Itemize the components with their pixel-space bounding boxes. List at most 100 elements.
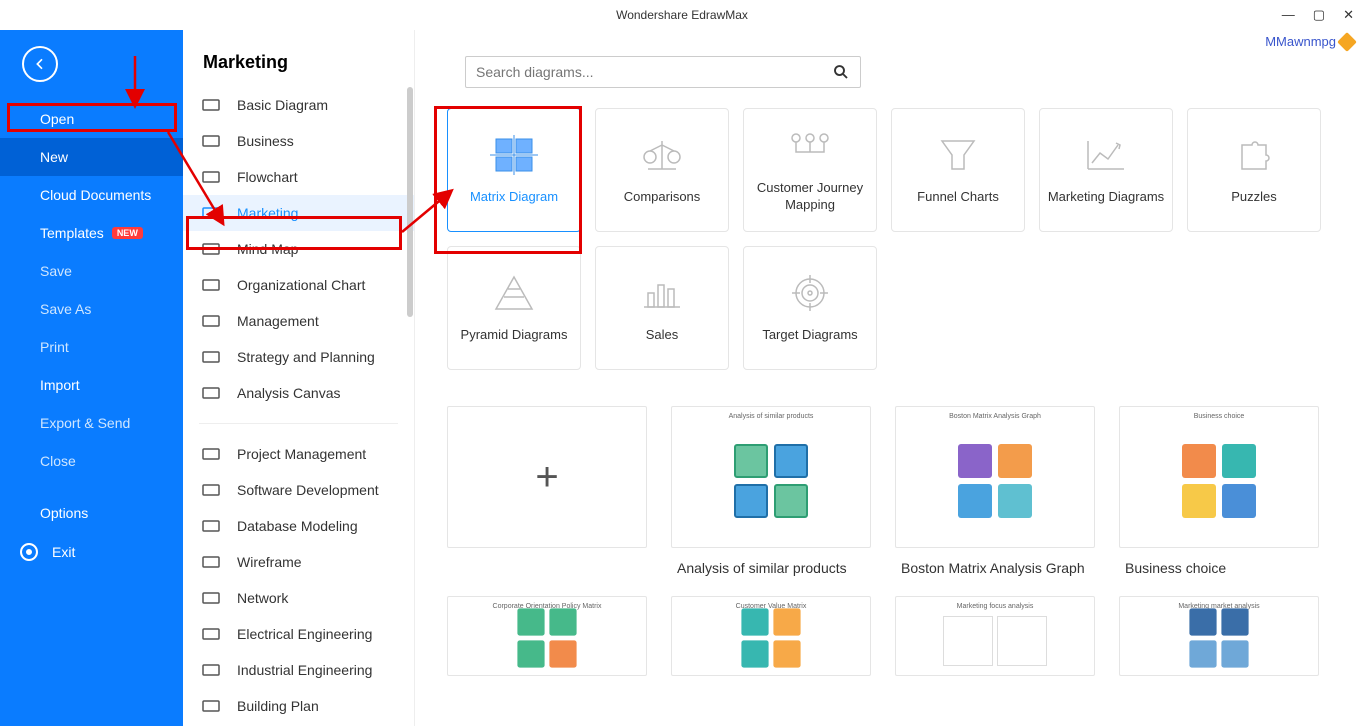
template-thumb: Marketing market analysis [1119,596,1319,676]
category-icon [201,205,221,221]
sidebar-item-import[interactable]: Import [0,366,183,404]
category-item-business[interactable]: Business [183,123,414,159]
category-label: Management [237,313,319,329]
template-blank[interactable]: + [447,406,647,576]
category-item-database-modeling[interactable]: Database Modeling [183,508,414,544]
template-card-business-choice[interactable]: Business choiceBusiness choice [1119,406,1319,576]
sidebar-item-options[interactable]: Options [0,494,183,532]
category-item-analysis-canvas[interactable]: Analysis Canvas [183,375,414,411]
category-icon [201,313,221,329]
category-label: Strategy and Planning [237,349,375,365]
category-icon [201,349,221,365]
sidebar-item-label: Save [40,263,72,279]
sidebar-item-save-as[interactable]: Save As [0,290,183,328]
card-label: Matrix Diagram [464,189,564,206]
diagram-card-puzzles[interactable]: Puzzles [1187,108,1321,232]
diagram-card-matrix-diagram[interactable]: Matrix Diagram [447,108,581,232]
template-label: Boston Matrix Analysis Graph [895,548,1095,576]
sidebar-item-label: Exit [52,544,75,560]
premium-icon [1337,32,1357,52]
category-label: Flowchart [237,169,298,185]
bars-icon [638,273,686,313]
search-box[interactable] [465,56,861,88]
card-label: Sales [640,327,685,344]
sidebar-item-label: Print [40,339,69,355]
category-item-mind-map[interactable]: Mind Map [183,231,414,267]
template-thumb: Marketing focus analysis [895,596,1095,676]
category-item-wireframe[interactable]: Wireframe [183,544,414,580]
pyramid-icon [490,273,538,313]
template-card-analysis-of-similar-products[interactable]: Analysis of similar productsAnalysis of … [671,406,871,576]
template-thumb: Analysis of similar products [671,406,871,548]
category-item-building-plan[interactable]: Building Plan [183,688,414,724]
category-label: Wireframe [237,554,302,570]
new-badge: NEW [112,227,143,239]
diagram-type-grid: Matrix Diagram Comparisons Customer Journe… [415,88,1355,370]
sidebar-item-close[interactable]: Close [0,442,183,480]
category-icon [201,626,221,642]
category-item-management[interactable]: Management [183,303,414,339]
diagram-card-pyramid-diagrams[interactable]: Pyramid Diagrams [447,246,581,370]
category-item-flowchart[interactable]: Flowchart [183,159,414,195]
card-label: Marketing Diagrams [1042,189,1170,206]
plus-icon: + [535,455,558,500]
category-item-software-development[interactable]: Software Development [183,472,414,508]
diagram-card-target-diagrams[interactable]: Target Diagrams [743,246,877,370]
user-badge[interactable]: MMawnmpg [1265,34,1354,49]
matrix-icon [490,135,538,175]
sidebar-item-cloud-documents[interactable]: Cloud Documents [0,176,183,214]
sidebar-item-export-send[interactable]: Export & Send [0,404,183,442]
category-label: Electrical Engineering [237,626,372,642]
close-button[interactable]: ✕ [1343,7,1354,23]
sidebar-item-exit[interactable]: Exit [0,532,183,572]
diagram-card-marketing-diagrams[interactable]: Marketing Diagrams [1039,108,1173,232]
titlebar: Wondershare EdrawMax — ▢ ✕ [0,0,1364,30]
category-item-network[interactable]: Network [183,580,414,616]
category-item-electrical-engineering[interactable]: Electrical Engineering [183,616,414,652]
category-label: Analysis Canvas [237,385,341,401]
minimize-button[interactable]: — [1282,7,1295,23]
main-area: Matrix Diagram Comparisons Customer Journe… [415,30,1364,726]
search-input[interactable] [476,64,832,80]
category-label: Marketing [237,205,298,221]
sidebar-item-print[interactable]: Print [0,328,183,366]
category-item-marketing[interactable]: Marketing [183,195,414,231]
sidebar-item-templates[interactable]: TemplatesNEW [0,214,183,252]
category-icon [201,133,221,149]
template-card-partial-1[interactable]: Customer Value Matrix [671,596,871,676]
category-scrollbar[interactable] [407,87,413,726]
diagram-card-sales[interactable]: Sales [595,246,729,370]
category-item-organizational-chart[interactable]: Organizational Chart [183,267,414,303]
template-grid: + Analysis of similar productsAnalysis of… [415,406,1355,576]
sidebar-item-open[interactable]: Open [0,100,183,138]
maximize-button[interactable]: ▢ [1313,7,1325,23]
category-icon [201,698,221,714]
diagram-card-funnel-charts[interactable]: Funnel Charts [891,108,1025,232]
sidebar-item-new[interactable]: New [0,138,183,176]
template-card-partial-0[interactable]: Corporate Orientation Policy Matrix [447,596,647,676]
search-icon [832,63,850,81]
category-icon [201,482,221,498]
category-label: Network [237,590,288,606]
template-card-partial-2[interactable]: Marketing focus analysis [895,596,1095,676]
sidebar-item-label: Close [40,453,76,469]
sidebar-item-label: Export & Send [40,415,130,431]
sidebar-item-save[interactable]: Save [0,252,183,290]
card-label: Customer Journey Mapping [744,180,876,214]
window-controls: — ▢ ✕ [1282,7,1354,23]
category-item-industrial-engineering[interactable]: Industrial Engineering [183,652,414,688]
category-label: Database Modeling [237,518,358,534]
category-icon [201,446,221,462]
funnel-icon [934,135,982,175]
template-card-boston-matrix-analysis-graph[interactable]: Boston Matrix Analysis GraphBoston Matri… [895,406,1095,576]
category-label: Organizational Chart [237,277,365,293]
category-column: Marketing Basic DiagramBusiness Flowchart… [183,30,415,726]
template-card-partial-3[interactable]: Marketing market analysis [1119,596,1319,676]
diagram-card-customer-journey-mapping[interactable]: Customer Journey Mapping [743,108,877,232]
back-button[interactable] [22,46,58,82]
template-thumb: Corporate Orientation Policy Matrix [447,596,647,676]
diagram-card-comparisons[interactable]: Comparisons [595,108,729,232]
category-item-strategy-and-planning[interactable]: Strategy and Planning [183,339,414,375]
category-item-project-management[interactable]: Project Management [183,436,414,472]
category-item-basic-diagram[interactable]: Basic Diagram [183,87,414,123]
